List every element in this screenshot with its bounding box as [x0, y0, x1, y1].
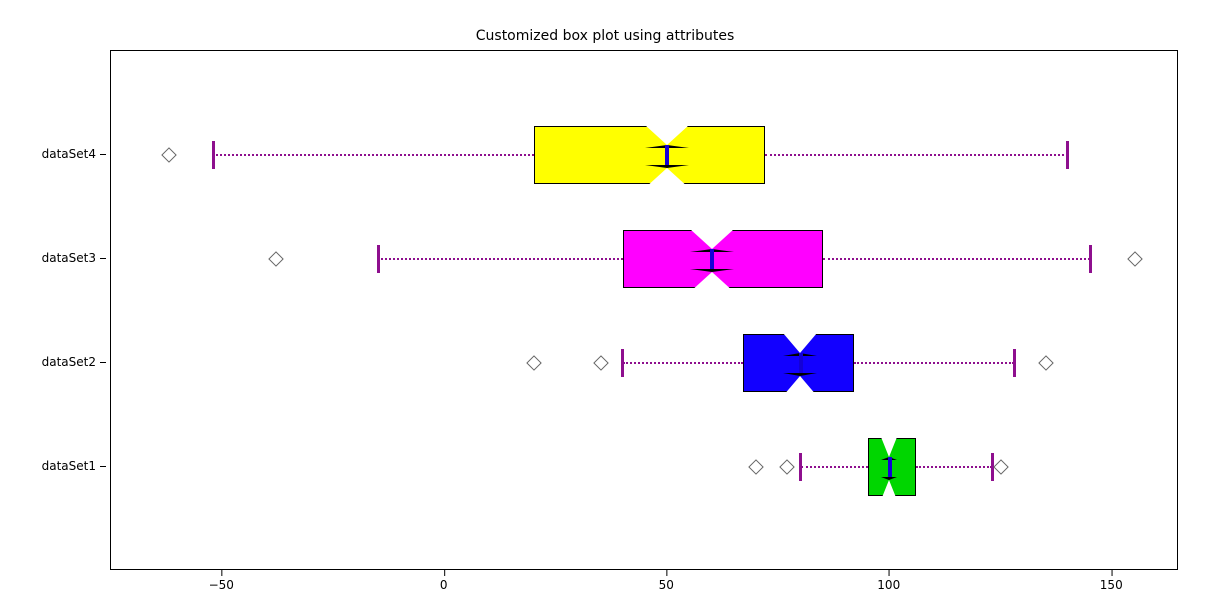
notch	[783, 373, 817, 396]
whisker	[623, 362, 743, 364]
y-axis-ticks: dataSet1 dataSet2 dataSet3 dataSet4	[0, 50, 110, 570]
x-tick: 100	[877, 578, 900, 592]
whisker-cap	[1089, 245, 1092, 274]
x-tick: 150	[1100, 578, 1123, 592]
whisker	[213, 154, 533, 156]
whisker-cap	[1013, 349, 1016, 378]
plot-area	[110, 50, 1178, 570]
whisker-cap	[621, 349, 624, 378]
outlier-diamond	[748, 459, 764, 475]
x-axis-ticks: −50 0 50 100 150	[110, 572, 1178, 602]
outlier-diamond	[780, 459, 796, 475]
median	[710, 249, 714, 268]
y-tick: dataSet2	[42, 355, 96, 369]
median	[665, 145, 669, 164]
whisker	[765, 154, 1068, 156]
outlier-diamond	[593, 355, 609, 371]
median	[888, 457, 892, 476]
x-tick: 50	[659, 578, 674, 592]
whisker-cap	[377, 245, 380, 274]
whisker	[854, 362, 1014, 364]
notch	[645, 165, 689, 188]
x-tick: 0	[440, 578, 448, 592]
y-tick: dataSet4	[42, 147, 96, 161]
whisker-cap	[799, 453, 802, 482]
x-tick: −50	[209, 578, 234, 592]
whisker-cap	[1066, 141, 1069, 170]
whisker	[801, 466, 868, 468]
outlier-diamond	[268, 251, 284, 267]
y-tick: dataSet3	[42, 251, 96, 265]
notch	[881, 477, 897, 500]
whisker	[916, 466, 992, 468]
median	[799, 353, 803, 372]
whisker	[823, 258, 1090, 260]
notch	[690, 269, 734, 292]
outlier-diamond	[161, 147, 177, 163]
outlier-diamond	[1127, 251, 1143, 267]
boxplot-chart: Customized box plot using attributes −50…	[0, 0, 1210, 609]
outlier-diamond	[526, 355, 542, 371]
outlier-diamond	[993, 459, 1009, 475]
whisker	[378, 258, 623, 260]
chart-title: Customized box plot using attributes	[0, 28, 1210, 44]
whisker-cap	[212, 141, 215, 170]
y-tick: dataSet1	[42, 459, 96, 473]
outlier-diamond	[1038, 355, 1054, 371]
